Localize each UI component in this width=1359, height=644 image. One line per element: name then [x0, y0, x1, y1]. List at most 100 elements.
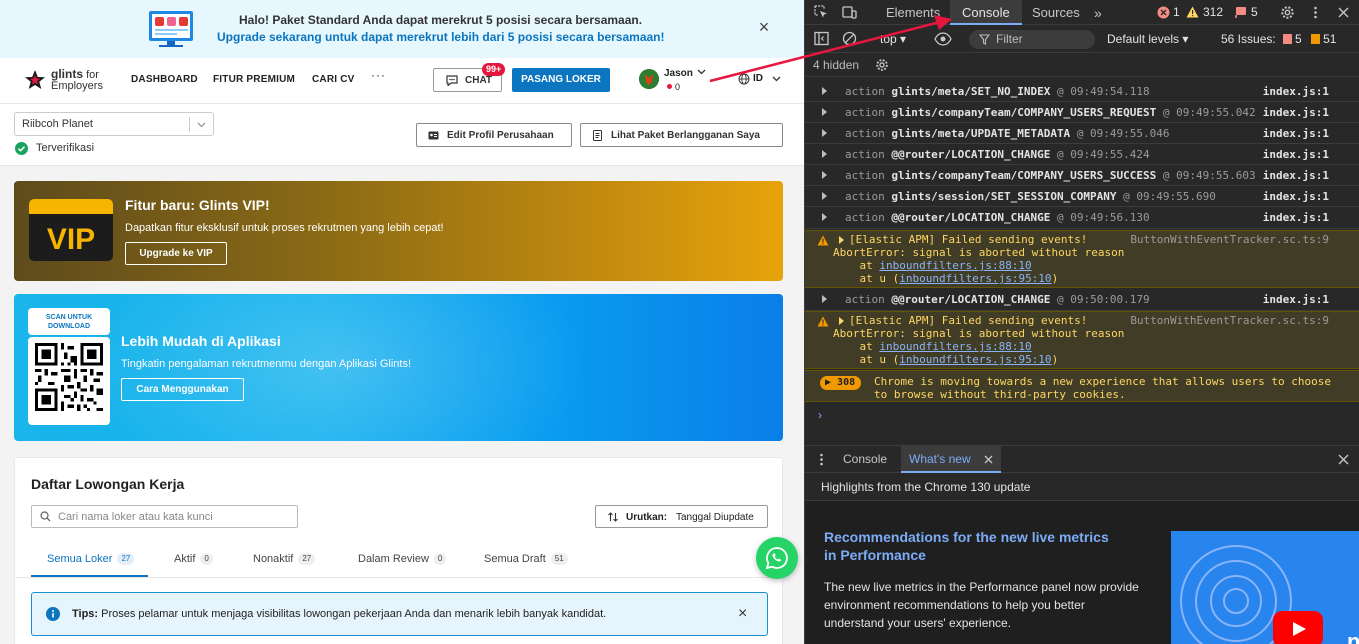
tab-in-review[interactable]: Dalam Review 0: [358, 553, 447, 565]
expand-triangle-icon[interactable]: [822, 192, 827, 200]
warning-source-link[interactable]: ButtonWithEventTracker.sc.ts:9: [1130, 233, 1329, 246]
kebab-menu-icon[interactable]: [1308, 5, 1323, 20]
console-prompt[interactable]: ›: [818, 408, 822, 422]
tab-all-jobs[interactable]: Semua Loker 27: [47, 553, 135, 565]
log-source-link[interactable]: index.js:1: [1263, 106, 1329, 119]
drawer-tab-whats-new[interactable]: What's new: [909, 452, 971, 466]
more-tabs-icon[interactable]: »: [1094, 5, 1102, 21]
expand-triangle-icon[interactable]: [839, 317, 844, 325]
cookie-deprecation-warning[interactable]: ▶ 308 Chrome is moving towards a new exp…: [805, 370, 1359, 402]
nav-search-cv[interactable]: CARI CV: [312, 74, 355, 85]
log-source-link[interactable]: index.js:1: [1263, 169, 1329, 182]
settings-gear-icon[interactable]: [1280, 5, 1295, 20]
youtube-play-icon[interactable]: [1273, 611, 1323, 644]
sidebar-toggle-icon[interactable]: [814, 31, 829, 46]
tab-all-drafts[interactable]: Semua Draft 51: [484, 553, 568, 565]
log-levels-dropdown[interactable]: Default levels ▾: [1107, 32, 1188, 46]
expand-triangle-icon[interactable]: [822, 150, 827, 158]
stack-link[interactable]: inboundfilters.js:95:10: [899, 353, 1051, 366]
coin-icon: [667, 84, 672, 89]
console-log-row[interactable]: action glints/companyTeam/COMPANY_USERS_…: [805, 102, 1359, 123]
search-icon: [40, 511, 51, 522]
glints-logo[interactable]: glints for Employers: [24, 66, 114, 96]
video-thumbnail[interactable]: n: [1171, 531, 1359, 644]
tab-active[interactable]: Aktif 0: [174, 553, 213, 565]
expand-triangle-icon[interactable]: [822, 87, 827, 95]
chat-label: CHAT: [465, 75, 493, 86]
inspect-element-icon[interactable]: [814, 5, 829, 20]
banner-upgrade-link[interactable]: Upgrade sekarang untuk dapat merekrut le…: [217, 30, 665, 44]
log-source-link[interactable]: index.js:1: [1263, 293, 1329, 306]
stack-prefix: at: [833, 340, 880, 353]
log-source-link[interactable]: index.js:1: [1263, 148, 1329, 161]
tab-sources[interactable]: Sources: [1032, 5, 1080, 20]
close-tab-icon[interactable]: [983, 454, 994, 465]
tab-elements[interactable]: Elements: [886, 5, 940, 20]
device-toolbar-icon[interactable]: [842, 5, 857, 20]
log-source-link[interactable]: index.js:1: [1263, 190, 1329, 203]
close-icon[interactable]: ×: [738, 605, 747, 623]
tab-console[interactable]: Console: [962, 5, 1010, 20]
eye-icon[interactable]: [934, 32, 952, 46]
stack-link[interactable]: inboundfilters.js:88:10: [879, 259, 1031, 272]
log-source-link[interactable]: index.js:1: [1263, 85, 1329, 98]
whats-new-title-link[interactable]: Recommendations for the new live metrics…: [824, 528, 1124, 564]
close-icon[interactable]: [1336, 5, 1351, 20]
drawer-menu-icon[interactable]: [814, 452, 829, 467]
nav-more-icon[interactable]: ···: [371, 68, 386, 82]
edit-company-profile-button[interactable]: Edit Profil Perusahaan: [416, 123, 572, 147]
tab-inactive[interactable]: Nonaktif 27: [253, 553, 316, 565]
expand-triangle-icon[interactable]: [822, 171, 827, 179]
console-log-row[interactable]: action glints/meta/SET_NO_INDEX @ 09:49:…: [805, 81, 1359, 102]
warning-icon: [817, 235, 829, 246]
whatsapp-chat-button[interactable]: [756, 537, 798, 579]
log-source-link[interactable]: index.js:1: [1263, 211, 1329, 224]
view-subscription-button[interactable]: Lihat Paket Berlangganan Saya: [580, 123, 783, 147]
expand-triangle-icon[interactable]: [822, 108, 827, 116]
stack-link[interactable]: inboundfilters.js:95:10: [899, 272, 1051, 285]
console-warning[interactable]: [Elastic APM] Failed sending events! But…: [805, 311, 1359, 369]
dashboard-illustration-icon: [149, 11, 193, 47]
company-select[interactable]: Riibcoh Planet: [14, 112, 214, 136]
star-logo-icon: [25, 70, 45, 89]
cookie-line-1: Chrome is moving towards a new experienc…: [874, 375, 1331, 388]
console-warning[interactable]: [Elastic APM] Failed sending events! But…: [805, 230, 1359, 288]
tab-count: 0: [200, 553, 213, 565]
verified-label: Terverifikasi: [36, 142, 95, 154]
console-log-row[interactable]: action @@router/LOCATION_CHANGE @ 09:49:…: [805, 144, 1359, 165]
stack-link[interactable]: inboundfilters.js:88:10: [879, 340, 1031, 353]
nav-premium-features[interactable]: FITUR PREMIUM: [213, 74, 295, 85]
how-to-use-button[interactable]: Cara Menggunakan: [121, 378, 244, 401]
console-log-row[interactable]: action glints/session/SET_SESSION_COMPAN…: [805, 186, 1359, 207]
console-log-row[interactable]: action glints/meta/UPDATE_METADATA @ 09:…: [805, 123, 1359, 144]
avatar[interactable]: [639, 69, 659, 89]
drawer-tab-console[interactable]: Console: [843, 452, 887, 466]
sort-button[interactable]: Urutkan: Tanggal Diupdate: [595, 505, 768, 528]
expand-triangle-icon[interactable]: [822, 213, 827, 221]
log-time: @ 09:50:00.179: [1056, 293, 1150, 306]
error-count[interactable]: 1: [1173, 5, 1180, 19]
expand-triangle-icon[interactable]: [822, 129, 827, 137]
job-search-input[interactable]: Cari nama loker atau kata kunci: [31, 505, 298, 528]
issues-count[interactable]: 5: [1251, 5, 1258, 19]
post-job-button[interactable]: PASANG LOKER: [512, 68, 610, 92]
warning-source-link[interactable]: ButtonWithEventTracker.sc.ts:9: [1130, 314, 1329, 327]
console-log-row[interactable]: action @@router/LOCATION_CHANGE @ 09:49:…: [805, 207, 1359, 229]
chevron-down-icon[interactable]: [697, 69, 706, 75]
close-drawer-icon[interactable]: [1336, 452, 1351, 467]
upgrade-vip-button[interactable]: Upgrade ke VIP: [125, 242, 227, 265]
expand-triangle-icon[interactable]: [822, 295, 827, 303]
clear-console-icon[interactable]: [842, 31, 857, 46]
console-log-row[interactable]: action @@router/LOCATION_CHANGE @ 09:50:…: [805, 289, 1359, 311]
expand-triangle-icon[interactable]: [839, 236, 844, 244]
issues-summary[interactable]: 56 Issues: 5 51: [1221, 32, 1336, 46]
close-icon[interactable]: ×: [755, 18, 773, 36]
user-name[interactable]: Jason: [664, 68, 693, 79]
log-source-link[interactable]: index.js:1: [1263, 127, 1329, 140]
context-selector[interactable]: top ▾: [880, 32, 906, 46]
console-settings-gear-icon[interactable]: [875, 58, 889, 72]
console-log-row[interactable]: action glints/companyTeam/COMPANY_USERS_…: [805, 165, 1359, 186]
nav-dashboard[interactable]: DASHBOARD: [131, 74, 198, 85]
warning-count[interactable]: 312: [1203, 5, 1223, 19]
console-filter-input[interactable]: Filter: [969, 30, 1095, 49]
